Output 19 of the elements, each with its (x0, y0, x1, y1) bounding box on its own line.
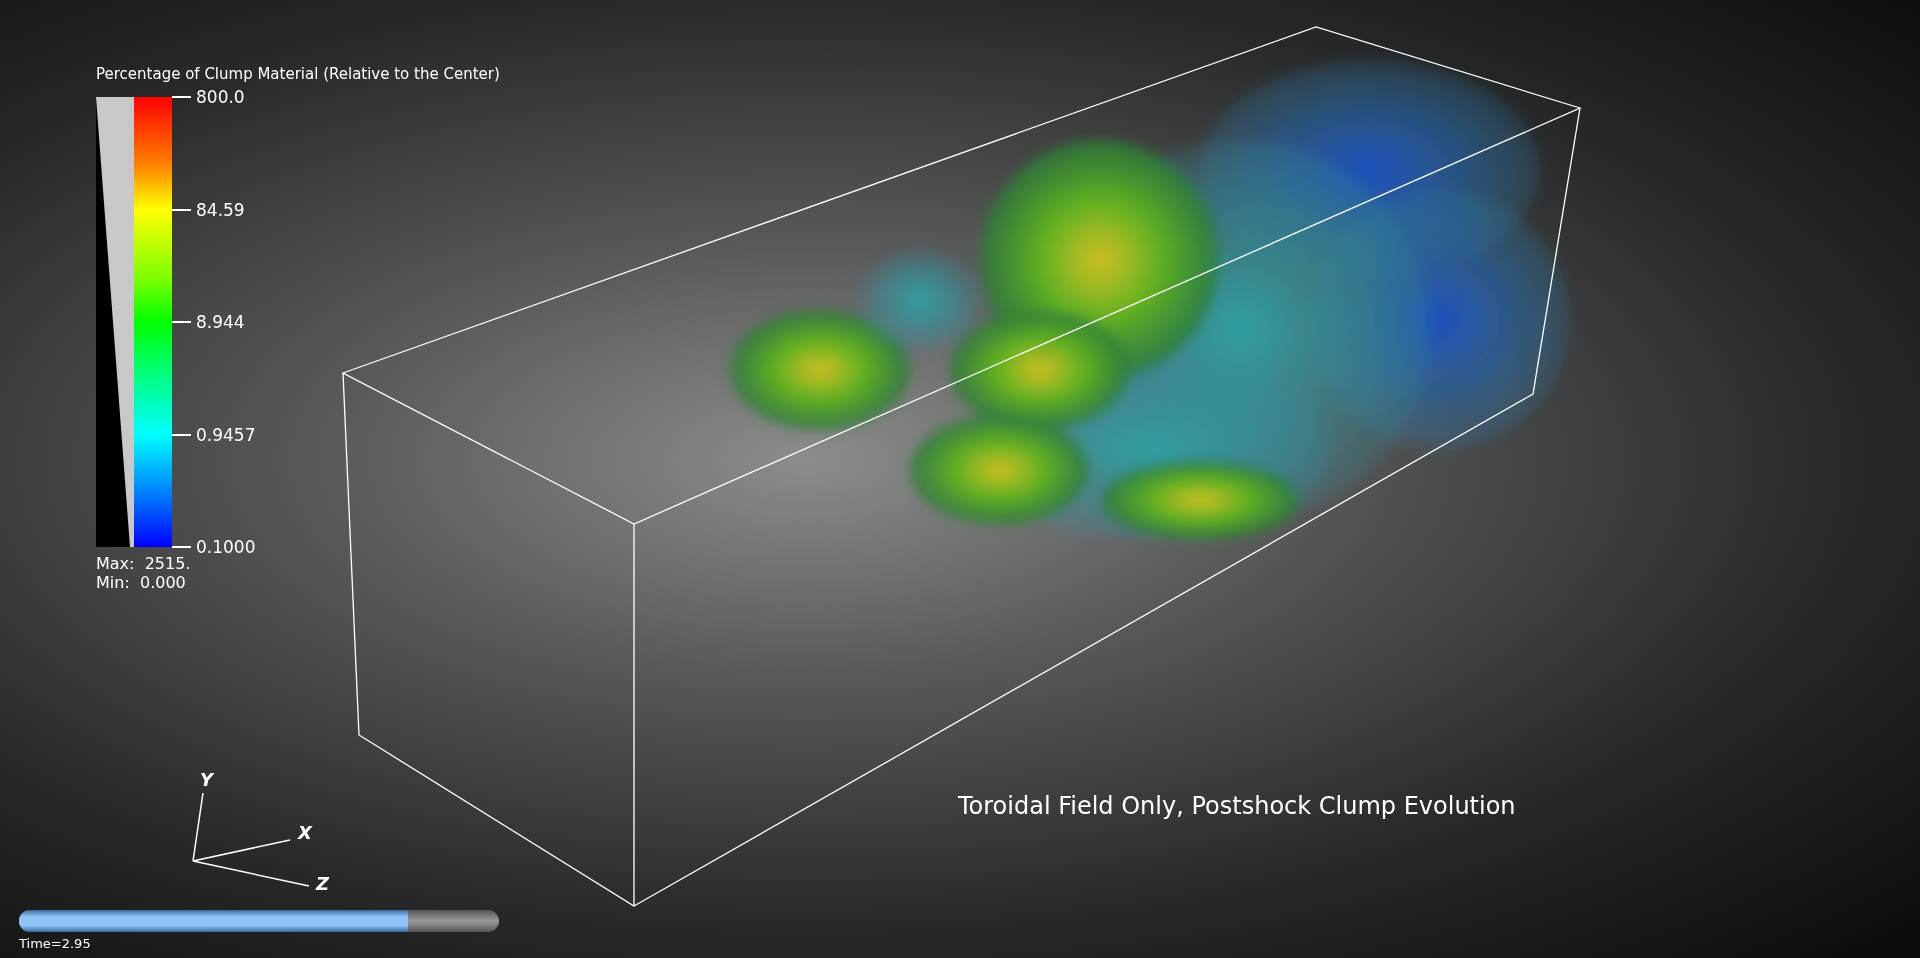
tick-mark (172, 96, 191, 98)
plot-title: Toroidal Field Only, Postshock Clump Evolution (958, 791, 1516, 822)
axis-label: Z (316, 873, 330, 894)
tick-label: 0.1000 (196, 537, 256, 557)
tick-mark (172, 546, 191, 548)
tick-mark (172, 321, 191, 323)
max-value: Max: 2515. (96, 554, 191, 573)
tick-label: 8.944 (196, 312, 245, 332)
axis-label: X (298, 822, 312, 843)
time-label: Time=2.95 (19, 935, 91, 953)
tick-mark (172, 433, 191, 436)
tick-label: 0.9457 (196, 424, 256, 445)
tick-label: 800.0 (196, 87, 245, 107)
axis-label: Y (200, 769, 214, 790)
tick-mark (172, 208, 191, 211)
opacity-wedge-icon (96, 97, 134, 547)
tick-label: 84.59 (196, 199, 245, 220)
legend-title: Percentage of Clump Material (Relative to the Center) (96, 64, 500, 85)
min-value: Min: 0.000 (96, 573, 186, 592)
